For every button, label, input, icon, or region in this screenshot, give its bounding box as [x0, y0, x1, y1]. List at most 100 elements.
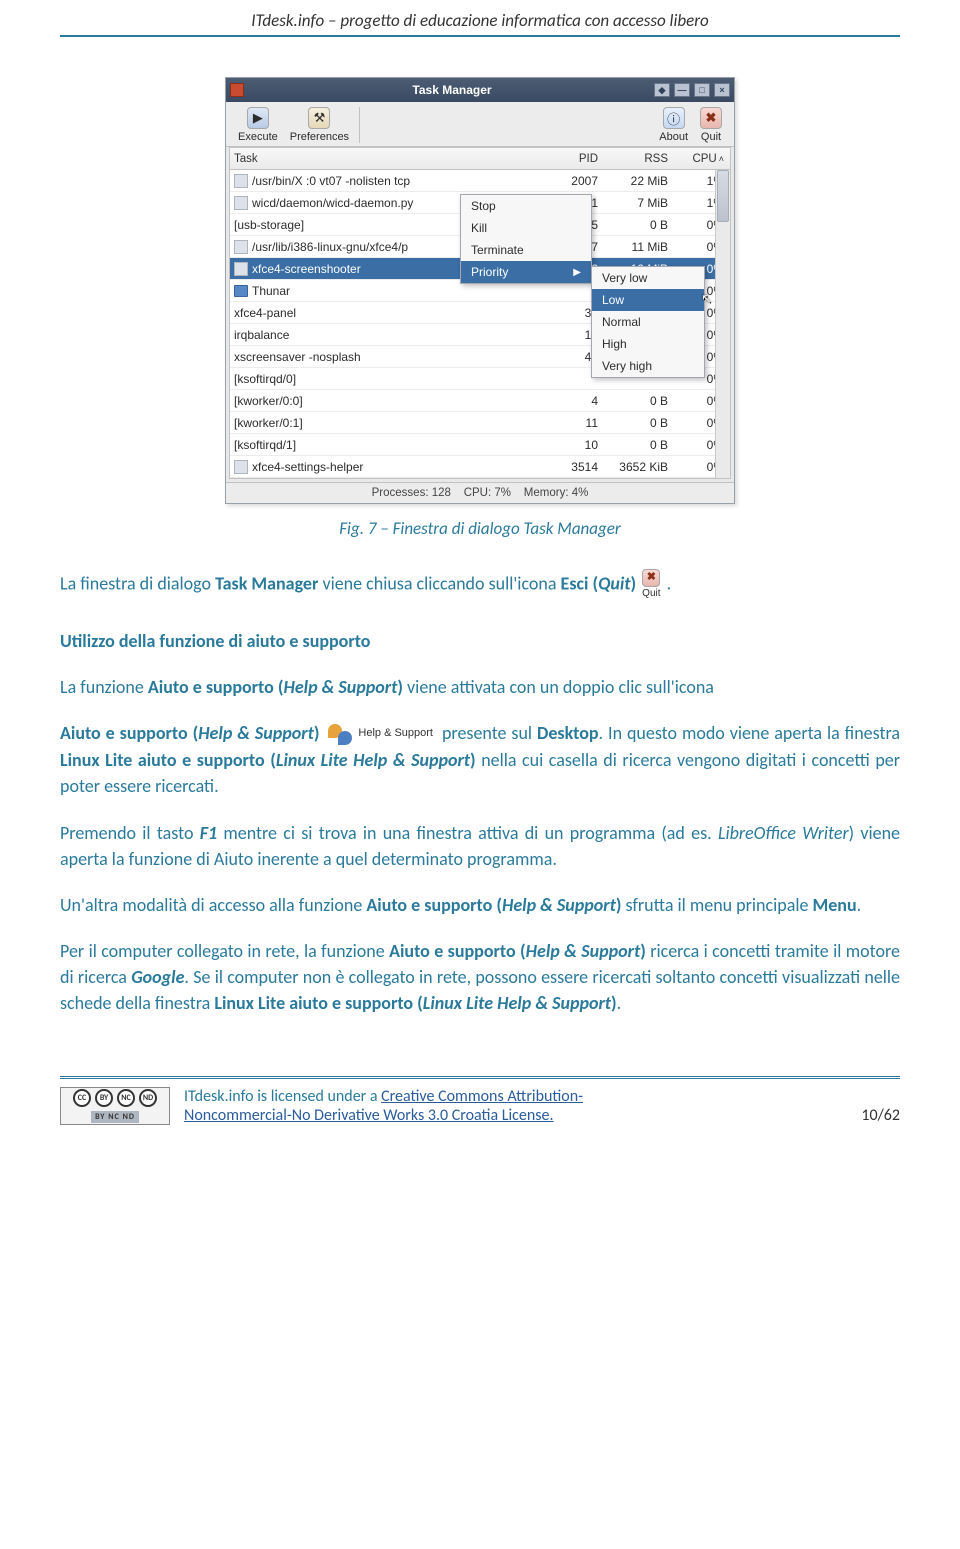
- quit-button[interactable]: ✖ Quit: [694, 105, 728, 145]
- preferences-button[interactable]: ⚒ Preferences: [284, 105, 355, 145]
- page-footer: CCBYNCND BY NC ND ITdesk.info is license…: [60, 1076, 900, 1125]
- col-pid[interactable]: PID: [579, 153, 598, 165]
- rss-cell: 11 MiB: [632, 240, 668, 254]
- process-icon: [234, 196, 248, 210]
- memory-value: 4%: [572, 487, 589, 499]
- col-rss[interactable]: RSS: [644, 153, 668, 165]
- context-menu-item[interactable]: Stop: [461, 195, 591, 217]
- pid-cell: 4: [591, 394, 598, 408]
- section-heading: Utilizzo della funzione di aiuto e suppo…: [60, 628, 900, 654]
- quit-label: Quit: [701, 131, 721, 143]
- paragraph-1: La finestra di dialogo Task Manager vien…: [60, 569, 900, 602]
- paragraph-4: Premendo il tasto F1 mentre ci si trova …: [60, 820, 900, 872]
- toolbar: ▶ Execute ⚒ Preferences ⓘ About ✖ Quit: [226, 102, 734, 147]
- header-text: ITdesk.info – progetto di educazione inf…: [251, 10, 709, 31]
- vertical-scrollbar[interactable]: [715, 170, 730, 478]
- priority-option[interactable]: Low↖: [592, 289, 704, 311]
- task-name-cell: [kworker/0:0]: [234, 394, 542, 408]
- rss-cell: 0 B: [650, 416, 668, 430]
- cc-license-badge: CCBYNCND BY NC ND: [60, 1087, 170, 1125]
- cc-circle: BY: [95, 1089, 113, 1107]
- table-row[interactable]: [ksoftirqd/1]100 B0%: [230, 434, 730, 456]
- page-header: ITdesk.info – progetto di educazione inf…: [60, 0, 900, 37]
- cpu-label: CPU:: [464, 487, 491, 499]
- license-link-2[interactable]: Noncommercial-No Derivative Works 3.0 Cr…: [184, 1106, 554, 1125]
- figure-caption: Fig. 7 – Finestra di dialogo Task Manage…: [0, 518, 960, 539]
- table-row[interactable]: [kworker/0:1]110 B0%: [230, 412, 730, 434]
- pid-cell: 10: [585, 438, 598, 452]
- preferences-icon: ⚒: [308, 107, 330, 129]
- pid-cell: 3514: [571, 460, 598, 474]
- window-buttons: ◆ — □ ×: [654, 83, 730, 97]
- process-icon: [234, 460, 248, 474]
- rss-cell: 22 MiB: [631, 174, 668, 188]
- rss-cell: 0 B: [650, 218, 668, 232]
- process-icon: [234, 240, 248, 254]
- license-link-1[interactable]: Creative Commons Attribution-: [381, 1087, 583, 1106]
- sort-indicator-icon: ˄: [719, 154, 724, 164]
- execute-label: Execute: [238, 131, 278, 143]
- cc-tag: BY NC ND: [91, 1111, 139, 1123]
- submenu-arrow-icon: ▶: [573, 267, 581, 278]
- minimize-button[interactable]: —: [674, 83, 690, 97]
- rss-cell: 0 B: [650, 438, 668, 452]
- about-button[interactable]: ⓘ About: [653, 105, 694, 145]
- pid-cell: 11: [586, 416, 598, 430]
- rss-cell: 3652 KiB: [619, 460, 668, 474]
- maximize-button[interactable]: □: [694, 83, 710, 97]
- paragraph-5: Un'altra modalità di accesso alla funzio…: [60, 892, 900, 918]
- col-task[interactable]: Task: [234, 153, 542, 165]
- about-icon: ⓘ: [663, 107, 685, 129]
- context-menu: StopKillTerminatePriority▶: [460, 194, 592, 284]
- inline-quit-icon: ✖ Quit: [642, 569, 660, 602]
- context-menu-item[interactable]: Priority▶: [461, 261, 591, 283]
- processes-value: 128: [432, 487, 451, 499]
- window-title: Task Manager: [250, 83, 654, 97]
- task-manager-window: Task Manager ◆ — □ × ▶ Execute ⚒ Prefere…: [225, 77, 735, 504]
- folder-icon: [234, 285, 248, 297]
- memory-label: Memory:: [524, 487, 569, 499]
- cc-circle: CC: [73, 1089, 91, 1107]
- context-menu-item[interactable]: Terminate: [461, 239, 591, 261]
- execute-button[interactable]: ▶ Execute: [232, 105, 284, 145]
- about-label: About: [659, 131, 688, 143]
- task-name-cell: [ksoftirqd/0]: [234, 372, 542, 386]
- context-menu-item[interactable]: Kill: [461, 217, 591, 239]
- paragraph-3: Aiuto e supporto (Help & Support) Help &…: [60, 720, 900, 800]
- priority-option[interactable]: Very high: [592, 355, 704, 377]
- paragraph-6: Per il computer collegato in rete, la fu…: [60, 938, 900, 1016]
- page-number: 10/62: [861, 1106, 900, 1125]
- cpu-value: 7%: [494, 487, 511, 499]
- task-name-cell: /usr/bin/X :0 vt07 -nolisten tcp: [234, 174, 542, 188]
- cc-circle: ND: [139, 1089, 157, 1107]
- mouse-cursor-icon: ↖: [701, 291, 712, 307]
- process-table: Task PID RSS CPU ˄ /usr/bin/X :0 vt07 -n…: [229, 147, 731, 479]
- table-row[interactable]: xfce4-settings-helper35143652 KiB0%: [230, 456, 730, 478]
- rss-cell: 0 B: [650, 394, 668, 408]
- pin-button[interactable]: ◆: [654, 83, 670, 97]
- priority-option[interactable]: Very low: [592, 267, 704, 289]
- task-name-cell: xfce4-panel: [234, 306, 542, 320]
- toolbar-separator: [359, 107, 360, 143]
- help-support-icon: [326, 721, 356, 747]
- status-bar: Processes: 128 CPU: 7% Memory: 4%: [226, 482, 734, 503]
- task-name-cell: Thunar: [234, 284, 542, 298]
- footer-text: ITdesk.info is licensed under a Creative…: [184, 1087, 847, 1125]
- close-button[interactable]: ×: [714, 83, 730, 97]
- task-name-cell: [ksoftirqd/1]: [234, 438, 542, 452]
- execute-icon: ▶: [247, 107, 269, 129]
- table-row[interactable]: /usr/bin/X :0 vt07 -nolisten tcp200722 M…: [230, 170, 730, 192]
- app-icon: [230, 83, 244, 97]
- body-text: La finestra di dialogo Task Manager vien…: [60, 569, 900, 1016]
- col-cpu[interactable]: CPU ˄: [692, 153, 724, 165]
- rss-cell: 7 MiB: [637, 196, 668, 210]
- preferences-label: Preferences: [290, 131, 349, 143]
- processes-label: Processes:: [372, 487, 429, 499]
- help-support-inline-label: Help & Support: [358, 726, 433, 742]
- table-row[interactable]: [kworker/0:0]40 B0%: [230, 390, 730, 412]
- priority-option[interactable]: High: [592, 333, 704, 355]
- titlebar[interactable]: Task Manager ◆ — □ ×: [226, 78, 734, 102]
- priority-option[interactable]: Normal: [592, 311, 704, 333]
- quit-icon: ✖: [642, 569, 660, 587]
- process-icon: [234, 174, 248, 188]
